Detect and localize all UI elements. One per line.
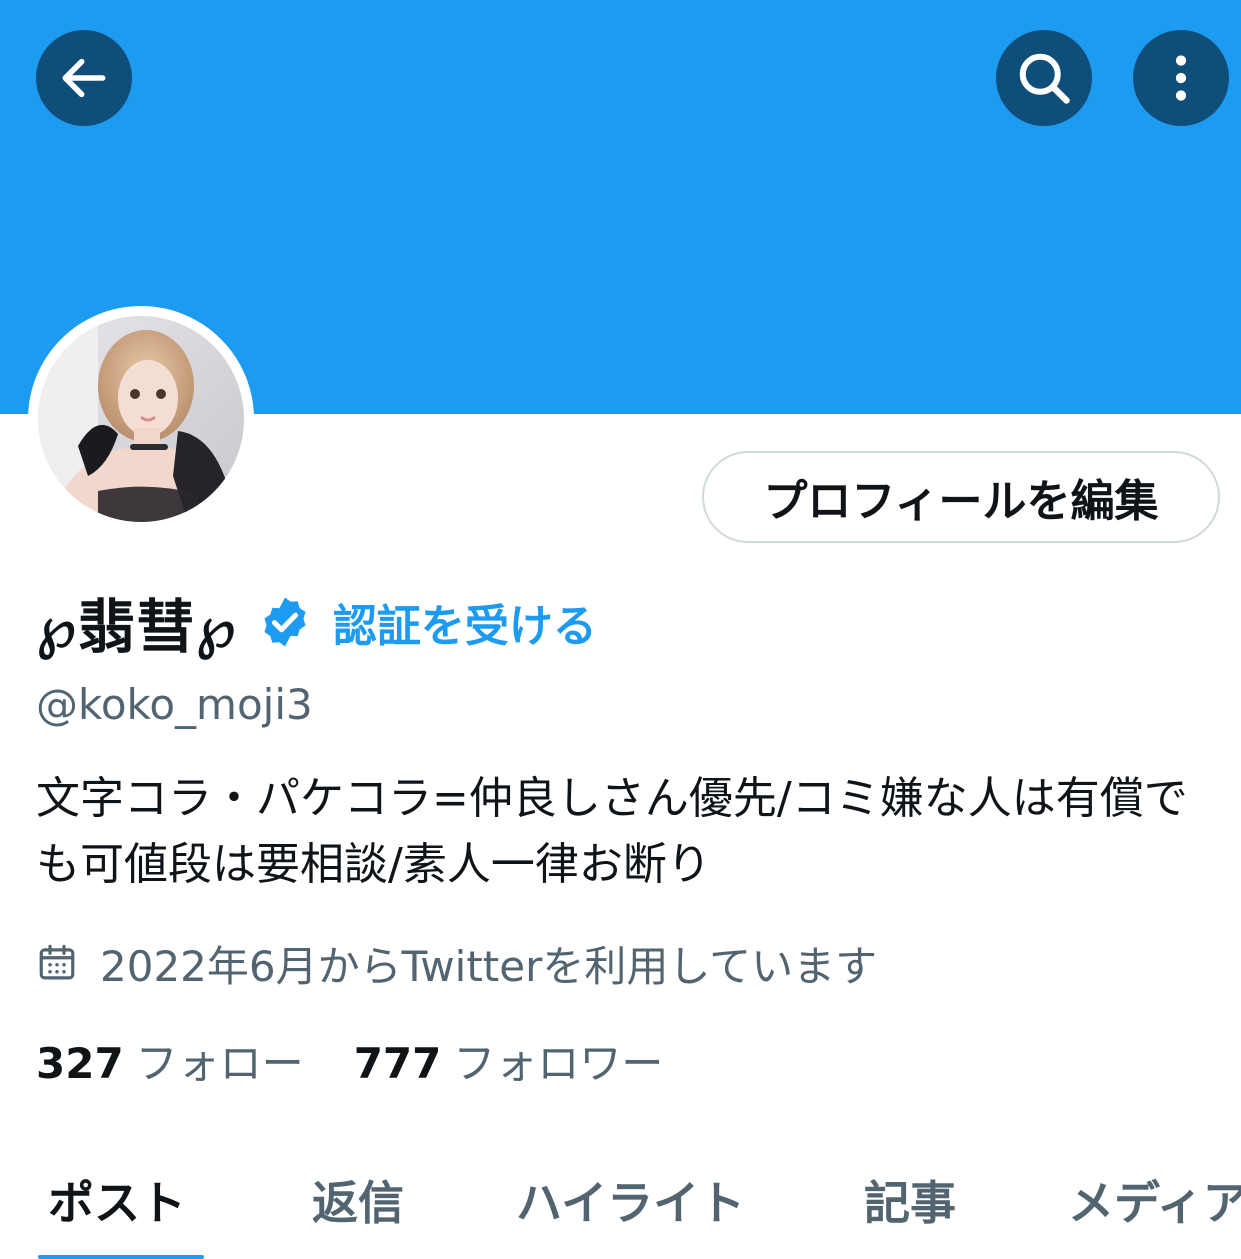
active-tab-indicator bbox=[38, 1255, 204, 1259]
avatar-image bbox=[38, 316, 244, 522]
back-button[interactable] bbox=[36, 30, 132, 126]
tab-replies[interactable]: 返信 bbox=[312, 1160, 404, 1240]
follow-stats: 327 フォロー 777 フォロワー bbox=[36, 1030, 663, 1090]
tab-highlights[interactable]: ハイライト bbox=[516, 1160, 745, 1240]
more-vertical-icon bbox=[1175, 55, 1187, 101]
search-icon bbox=[1019, 53, 1070, 104]
verified-badge-icon bbox=[264, 597, 306, 647]
followers-label: フォロワー bbox=[453, 1038, 664, 1088]
profile-tabs: ポスト 返信 ハイライト 記事 メディア bbox=[0, 1160, 1241, 1259]
more-options-button[interactable] bbox=[1133, 30, 1229, 126]
profile-bio: 文字コラ・パケコラ=仲良しさん優先/コミ嫌な人は有償でも可値段は要相談/素人一律… bbox=[36, 773, 1188, 890]
tab-articles[interactable]: 記事 bbox=[864, 1160, 956, 1240]
following-label: フォロー bbox=[135, 1038, 304, 1088]
name-row: ℘翡彗℘ 認証を受ける bbox=[36, 585, 597, 661]
display-name: ℘翡彗℘ bbox=[36, 593, 237, 661]
joined-date: 2022年6月からTwitterを利用しています bbox=[36, 935, 877, 991]
following-count: 327 bbox=[36, 1038, 124, 1088]
arrow-left-icon bbox=[62, 58, 106, 98]
followers-count: 777 bbox=[353, 1038, 442, 1088]
avatar[interactable] bbox=[38, 316, 244, 522]
tab-media[interactable]: メディア bbox=[1068, 1160, 1241, 1240]
tab-posts[interactable]: ポスト bbox=[48, 1160, 186, 1240]
followers-link[interactable]: 777 フォロワー bbox=[354, 1030, 664, 1091]
joined-text: 2022年6月からTwitterを利用しています bbox=[100, 941, 878, 991]
calendar-icon bbox=[39, 944, 75, 980]
edit-profile-button[interactable]: プロフィールを編集 bbox=[702, 451, 1220, 543]
profile-handle: @koko_moji3 bbox=[36, 680, 313, 729]
search-button[interactable] bbox=[996, 30, 1092, 126]
get-verified-link[interactable]: 認証を受ける bbox=[333, 590, 597, 654]
following-link[interactable]: 327 フォロー bbox=[36, 1030, 304, 1091]
avatar-frame[interactable] bbox=[28, 306, 254, 532]
